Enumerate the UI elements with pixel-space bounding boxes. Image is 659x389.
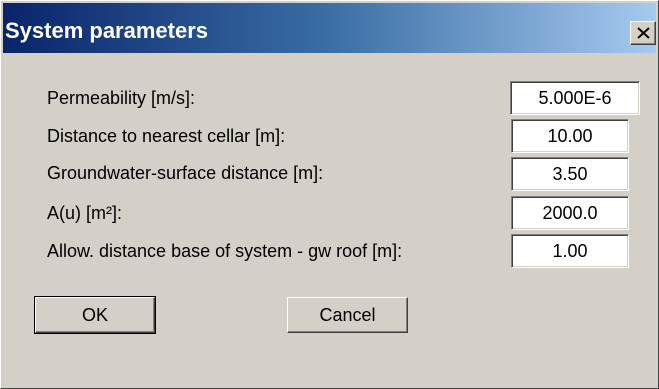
- distance-cellar-input[interactable]: [511, 119, 629, 153]
- permeability-label: Permeability [m/s]:: [47, 88, 196, 108]
- permeability-input[interactable]: [510, 81, 640, 115]
- close-icon: [637, 27, 650, 39]
- title-bar[interactable]: System parameters: [3, 3, 656, 53]
- area-input[interactable]: [511, 196, 629, 230]
- allow-distance-label: Allow. distance base of system - gw roof…: [47, 241, 403, 261]
- groundwater-surface-label: Groundwater-surface distance [m]:: [47, 163, 324, 183]
- area-label: A(u) [m²]:: [47, 203, 122, 223]
- dialog-title: System parameters: [5, 18, 209, 43]
- groundwater-surface-input[interactable]: [511, 157, 629, 191]
- ok-button[interactable]: OK: [34, 296, 156, 334]
- allow-distance-input[interactable]: [511, 234, 629, 268]
- cancel-button[interactable]: Cancel: [287, 297, 408, 333]
- close-button[interactable]: [630, 21, 656, 45]
- distance-cellar-label: Distance to nearest cellar [m]:: [47, 126, 286, 146]
- system-parameters-dialog: System parameters Permeability [m/s]: Di…: [0, 0, 659, 389]
